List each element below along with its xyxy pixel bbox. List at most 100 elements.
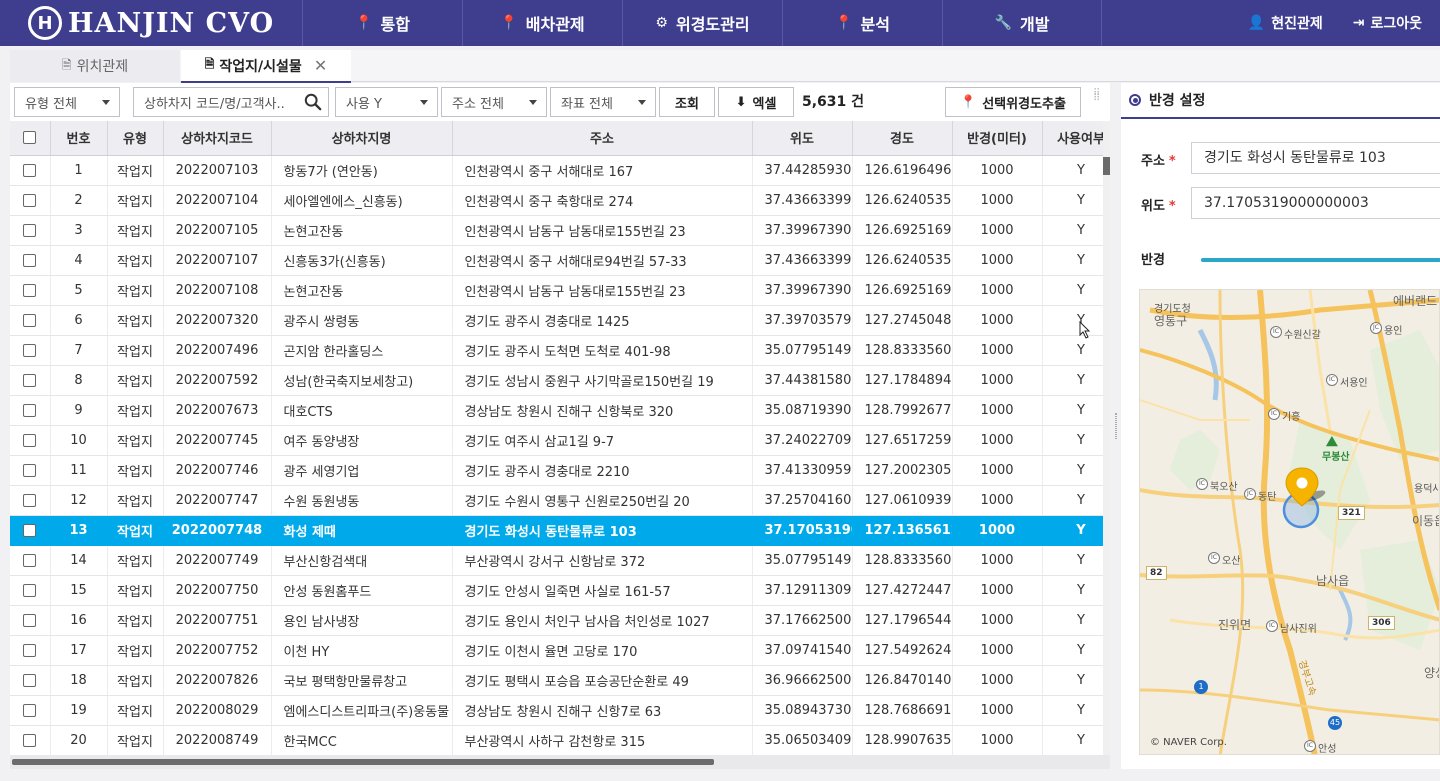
- row-checkbox[interactable]: [23, 163, 37, 177]
- scroll-thumb[interactable]: [1103, 157, 1110, 175]
- search-icon[interactable]: [304, 93, 322, 111]
- row-select-cell[interactable]: [10, 545, 51, 576]
- row-select-cell[interactable]: [10, 575, 51, 606]
- table-row[interactable]: 17 작업지 2022007752 이천 HY 경기도 이천시 율면 고당로 170 37…: [10, 635, 1103, 666]
- close-icon[interactable]: ✕: [314, 56, 327, 75]
- table-row[interactable]: 15 작업지 2022007750 안성 동원홈푸드 경기도 안성시 일죽면 사실로 1…: [10, 575, 1103, 606]
- search-button[interactable]: 조회: [659, 87, 715, 117]
- row-checkbox[interactable]: [23, 703, 37, 717]
- nav-analysis[interactable]: 📍 분석: [782, 0, 942, 46]
- row-checkbox[interactable]: [23, 313, 37, 327]
- table-row[interactable]: 11 작업지 2022007746 광주 세영기업 경기도 광주시 경충대로 2210 3…: [10, 455, 1103, 486]
- row-select-cell[interactable]: [10, 335, 51, 366]
- table-row[interactable]: 4 작업지 2022007107 신흥동3가(신흥동) 인천광역시 중구 서해대로94번…: [10, 245, 1103, 276]
- scroll-thumb[interactable]: [12, 759, 714, 765]
- latitude-field[interactable]: 37.1705319000000003: [1191, 187, 1440, 219]
- coordinate-select[interactable]: 좌표 전체: [550, 87, 656, 117]
- drag-grip-icon[interactable]: ⠿ ⠿: [1093, 89, 1100, 104]
- use-select[interactable]: 사용 Y: [335, 87, 438, 117]
- col-header-name[interactable]: 상하차지명: [271, 121, 453, 156]
- row-select-cell[interactable]: [10, 605, 51, 636]
- table-row[interactable]: 14 작업지 2022007749 부산신항검색대 부산광역시 강서구 신항남로 372…: [10, 545, 1103, 576]
- row-checkbox[interactable]: [23, 193, 37, 207]
- table-row[interactable]: 16 작업지 2022007751 용인 남사냉장 경기도 용인시 처인구 남사읍 처인…: [10, 605, 1103, 636]
- col-header-longitude[interactable]: 경도: [852, 121, 953, 156]
- row-select-cell[interactable]: [10, 455, 51, 486]
- row-select-cell[interactable]: [10, 245, 51, 276]
- col-header-no[interactable]: 번호: [50, 121, 108, 156]
- location-marker-icon[interactable]: [1278, 466, 1328, 532]
- col-header-radius[interactable]: 반경(미터): [952, 121, 1043, 156]
- row-checkbox[interactable]: [23, 553, 37, 567]
- row-select-cell[interactable]: [10, 275, 51, 306]
- col-header-use[interactable]: 사용여부: [1042, 121, 1103, 156]
- row-checkbox[interactable]: [23, 253, 37, 267]
- logout-button[interactable]: ⇥ 로그아웃: [1353, 13, 1422, 33]
- splitter-handle[interactable]: [1115, 413, 1117, 439]
- row-checkbox[interactable]: [23, 673, 37, 687]
- tab-worksite-facility[interactable]: 🗎 작업지/시설물 ✕: [181, 50, 351, 83]
- row-select-cell[interactable]: [10, 695, 51, 726]
- address-field[interactable]: 경기도 화성시 동탄물류로 103: [1191, 142, 1440, 174]
- row-select-cell[interactable]: [10, 185, 51, 216]
- table-row[interactable]: 10 작업지 2022007745 여주 동양냉장 경기도 여주시 삼교1길 9-7 37…: [10, 425, 1103, 456]
- excel-button[interactable]: ⬇ 엑셀: [718, 87, 794, 117]
- logo[interactable]: H HANJIN CVO: [28, 6, 274, 40]
- nav-dispatch[interactable]: 📍 배차관제: [462, 0, 622, 46]
- table-row[interactable]: 19 작업지 2022008029 엠에스디스트리파크(주)웅동물 경상남도 창원시 진…: [10, 695, 1103, 726]
- col-header-code[interactable]: 상하차지코드: [163, 121, 272, 156]
- panel-splitter[interactable]: [1112, 83, 1120, 769]
- table-row[interactable]: 9 작업지 2022007673 대호CTS 경상남도 창원시 진해구 신항북로 320…: [10, 395, 1103, 426]
- row-checkbox[interactable]: [23, 523, 37, 537]
- map-view[interactable]: 경기도청 영통구 에버랜드 IC 수원신갈 JC 용인 IC 서용인 IC 기흥…: [1139, 289, 1440, 755]
- nav-integrated[interactable]: 📍 통합: [302, 0, 462, 46]
- tab-location-control[interactable]: 🗎 위치관제: [10, 50, 180, 82]
- row-checkbox[interactable]: [23, 403, 37, 417]
- row-select-cell[interactable]: [10, 665, 51, 696]
- row-checkbox[interactable]: [23, 643, 37, 657]
- table-row[interactable]: 18 작업지 2022007826 국보 평택항만물류창고 경기도 평택시 포승읍 포승…: [10, 665, 1103, 696]
- table-row[interactable]: 20 작업지 2022008749 한국MCC 부산광역시 사하구 감천항로 315 35…: [10, 725, 1103, 755]
- search-input[interactable]: 상하차지 코드/명/고객사..: [133, 87, 329, 117]
- nav-development[interactable]: 🔧 개발: [942, 0, 1102, 46]
- select-all-checkbox[interactable]: [23, 131, 37, 145]
- table-row[interactable]: 1 작업지 2022007103 항동7가 (연안동) 인천광역시 중구 서해대로 16…: [10, 155, 1103, 186]
- row-select-cell[interactable]: [10, 485, 51, 516]
- row-checkbox[interactable]: [23, 373, 37, 387]
- table-row[interactable]: 8 작업지 2022007592 성남(한국축지보세창고) 경기도 성남시 중원구 사기…: [10, 365, 1103, 396]
- table-row[interactable]: 5 작업지 2022007108 논현고잔동 인천광역시 남동구 남동대로155번길 2…: [10, 275, 1103, 306]
- row-select-cell[interactable]: [10, 725, 51, 755]
- table-row[interactable]: 13 작업지 2022007748 화성 제때 경기도 화성시 동탄물류로 103 37.…: [10, 515, 1103, 546]
- select-all-header[interactable]: [10, 121, 51, 156]
- type-select[interactable]: 유형 전체: [14, 87, 120, 117]
- extract-coordinates-button[interactable]: 📍 선택위경도추출: [945, 87, 1081, 117]
- row-select-cell[interactable]: [10, 515, 51, 546]
- row-checkbox[interactable]: [23, 283, 37, 297]
- row-checkbox[interactable]: [23, 223, 37, 237]
- row-checkbox[interactable]: [23, 583, 37, 597]
- row-select-cell[interactable]: [10, 365, 51, 396]
- nav-coordinate-management[interactable]: ⚙ 위경도관리: [622, 0, 782, 46]
- row-select-cell[interactable]: [10, 215, 51, 246]
- user-button[interactable]: 👤 현진관제: [1248, 13, 1323, 33]
- col-header-latitude[interactable]: 위도: [752, 121, 853, 156]
- row-select-cell[interactable]: [10, 635, 51, 666]
- row-checkbox[interactable]: [23, 433, 37, 447]
- row-checkbox[interactable]: [23, 733, 37, 747]
- table-row[interactable]: 7 작업지 2022007496 곤지암 한라홀딩스 경기도 광주시 도척면 도척로 4…: [10, 335, 1103, 366]
- table-row[interactable]: 12 작업지 2022007747 수원 동원냉동 경기도 수원시 영통구 신원로250…: [10, 485, 1103, 516]
- row-checkbox[interactable]: [23, 613, 37, 627]
- row-select-cell[interactable]: [10, 155, 51, 186]
- address-select[interactable]: 주소 전체: [441, 87, 547, 117]
- col-header-type[interactable]: 유형: [107, 121, 164, 156]
- vertical-scrollbar[interactable]: [1103, 121, 1110, 755]
- horizontal-scrollbar[interactable]: [10, 755, 1110, 769]
- row-select-cell[interactable]: [10, 395, 51, 426]
- table-row[interactable]: 3 작업지 2022007105 논현고잔동 인천광역시 남동구 남동대로155번길 2…: [10, 215, 1103, 246]
- table-row[interactable]: 6 작업지 2022007320 광주시 쌍령동 경기도 광주시 경충대로 1425 37…: [10, 305, 1103, 336]
- radius-slider[interactable]: [1201, 258, 1440, 262]
- row-checkbox[interactable]: [23, 343, 37, 357]
- row-checkbox[interactable]: [23, 493, 37, 507]
- col-header-address[interactable]: 주소: [452, 121, 753, 156]
- row-checkbox[interactable]: [23, 463, 37, 477]
